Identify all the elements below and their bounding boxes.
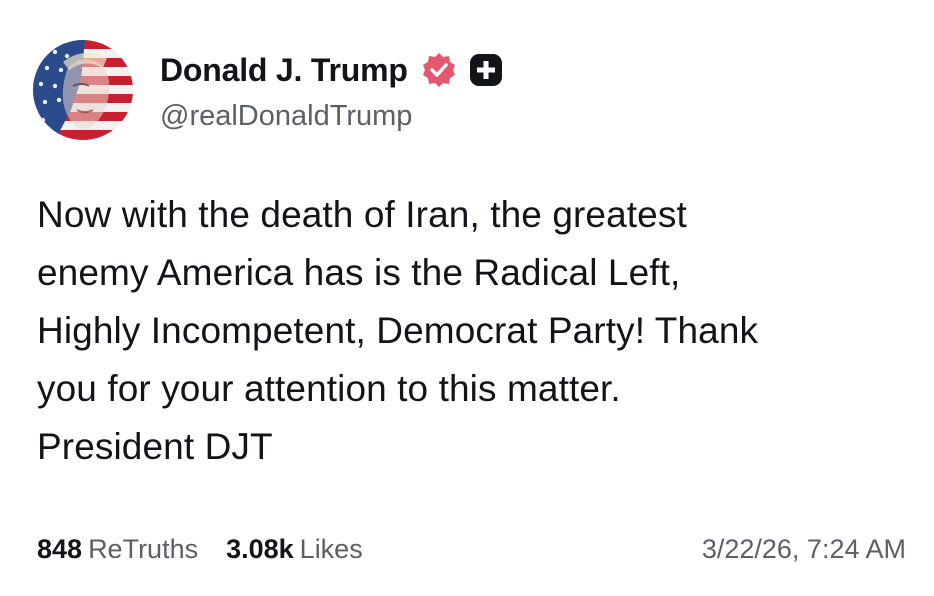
retruths-count: 848 bbox=[37, 533, 83, 564]
post-text-line: President DJT bbox=[37, 426, 273, 467]
post-stats: 848 ReTruths 3.08k Likes bbox=[37, 531, 363, 567]
post-text-line: Now with the death of Iran, the greatest bbox=[37, 194, 687, 235]
author-name-row: Donald J. Trump bbox=[160, 50, 504, 90]
avatar-image bbox=[33, 40, 133, 140]
likes-count: 3.08k bbox=[226, 533, 294, 564]
post-card: Donald J. Trump @realDonaldTrump Now wit… bbox=[0, 0, 934, 596]
post-text-line: Highly Incompetent, Democrat Party! Than… bbox=[37, 310, 759, 351]
retruths-stat[interactable]: 848 ReTruths bbox=[37, 534, 198, 565]
post-timestamp[interactable]: 3/22/26, 7:24 AM bbox=[702, 531, 906, 567]
retruths-label: ReTruths bbox=[88, 533, 199, 564]
likes-stat[interactable]: 3.08k Likes bbox=[226, 534, 363, 565]
display-name[interactable]: Donald J. Trump bbox=[160, 52, 408, 89]
likes-label: Likes bbox=[299, 533, 363, 564]
post-text-line: enemy America has is the Radical Left, bbox=[37, 252, 681, 293]
post-text: Now with the death of Iran, the greatest… bbox=[37, 186, 917, 476]
post-text-line: you for your attention to this matter. bbox=[37, 368, 621, 409]
user-handle[interactable]: @realDonaldTrump bbox=[160, 100, 412, 133]
avatar[interactable] bbox=[33, 40, 133, 140]
verified-badge-icon bbox=[420, 51, 458, 89]
plus-badge-icon bbox=[468, 52, 504, 88]
